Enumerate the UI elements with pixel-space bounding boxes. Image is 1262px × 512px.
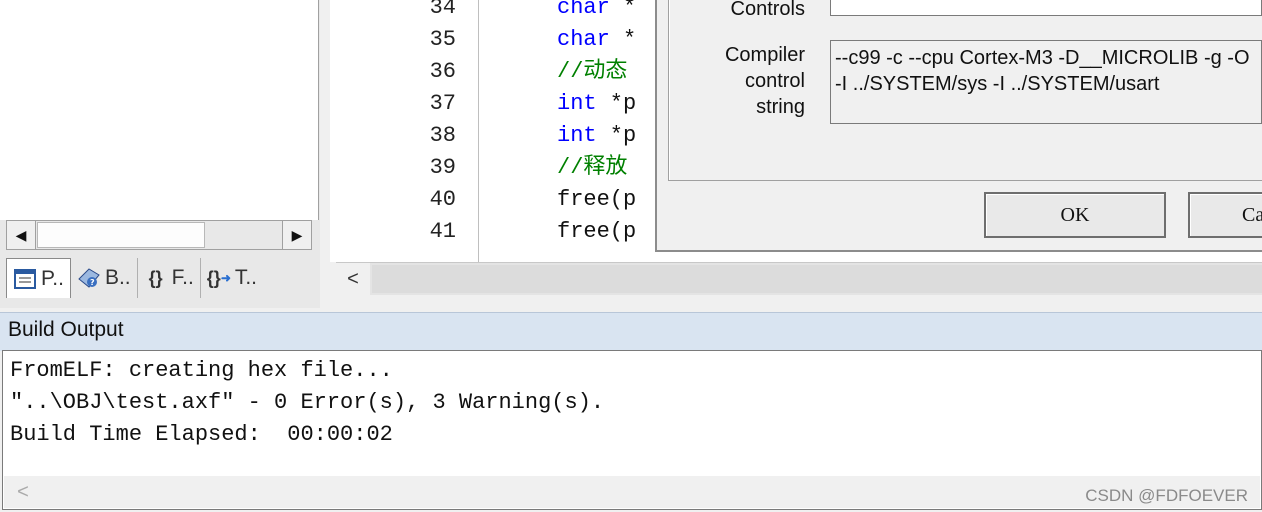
build-output-header bbox=[0, 312, 1262, 351]
scroll-right-icon[interactable]: ▶ bbox=[282, 221, 311, 249]
code-text: * bbox=[609, 0, 637, 20]
tab-functions[interactable]: {} F.. bbox=[138, 258, 201, 298]
tab-project-label: P.. bbox=[41, 266, 64, 290]
tab-books-label: B.. bbox=[104, 266, 131, 289]
code-comment[interactable]: //动态 bbox=[557, 56, 627, 88]
line-number: 41 bbox=[429, 219, 456, 244]
tab-books[interactable]: ? B.. bbox=[71, 258, 138, 298]
compiler-label: Compiler bbox=[724, 44, 805, 66]
string-label: string bbox=[756, 96, 805, 118]
build-output-line: "..\OBJ\test.axf" - 0 Error(s), 3 Warnin… bbox=[10, 390, 605, 415]
line-number: 40 bbox=[429, 187, 456, 212]
line-number: 35 bbox=[429, 27, 456, 52]
project-tree[interactable] bbox=[0, 0, 319, 220]
build-output-line: FromELF: creating hex file... bbox=[10, 358, 393, 383]
code-line[interactable]: char * bbox=[557, 0, 636, 24]
books-icon: ? bbox=[77, 267, 101, 289]
code-text: *p bbox=[596, 91, 637, 116]
scroll-left-icon[interactable]: < bbox=[8, 476, 38, 508]
controls-input[interactable] bbox=[830, 0, 1262, 16]
code-line[interactable]: free(p bbox=[557, 216, 636, 248]
line-number: 34 bbox=[429, 0, 456, 20]
compiler-control-string-field[interactable]: --c99 -c --cpu Cortex-M3 -D__MICROLIB -g… bbox=[830, 40, 1262, 124]
line-number: 37 bbox=[429, 91, 456, 116]
tab-project[interactable]: P.. bbox=[6, 258, 71, 298]
ok-button[interactable]: OK bbox=[984, 192, 1166, 238]
line-number: 38 bbox=[429, 123, 456, 148]
code-line[interactable]: free(p bbox=[557, 184, 636, 216]
svg-text:?: ? bbox=[90, 278, 95, 287]
code-line[interactable]: int *p bbox=[557, 88, 636, 120]
controls-label: Controls bbox=[730, 0, 805, 20]
scroll-left-icon[interactable]: ◀ bbox=[7, 221, 36, 249]
code-line[interactable]: int *p bbox=[557, 120, 636, 152]
tab-templates[interactable]: {} ➜ T.. bbox=[201, 258, 263, 298]
line-number: 36 bbox=[429, 59, 456, 84]
code-text: * bbox=[609, 27, 637, 52]
code-comment[interactable]: //释放 bbox=[557, 152, 627, 184]
functions-icon: {} bbox=[148, 267, 163, 288]
build-horizontal-scrollbar[interactable]: < bbox=[4, 476, 1260, 508]
code-line[interactable]: char * bbox=[557, 24, 636, 56]
watermark: CSDN @FDFOEVER bbox=[1085, 486, 1248, 505]
tab-functions-label: F.. bbox=[171, 266, 194, 289]
project-icon bbox=[13, 268, 37, 290]
build-output-line: Build Time Elapsed: 00:00:02 bbox=[10, 422, 393, 447]
control-label: control bbox=[744, 70, 805, 92]
code-keyword: int bbox=[557, 123, 597, 148]
cancel-button[interactable]: Ca bbox=[1188, 192, 1262, 238]
project-tabs: P.. ? B.. {} F.. {} ➜ T.. bbox=[6, 258, 318, 300]
code-keyword: int bbox=[557, 91, 597, 116]
code-text: *p bbox=[596, 123, 637, 148]
line-number: 39 bbox=[429, 155, 456, 180]
templates-icon: {} ➜ bbox=[206, 267, 231, 288]
project-horizontal-scrollbar[interactable]: ◀ ▶ bbox=[6, 220, 312, 250]
compiler-string-line: --c99 -c --cpu Cortex-M3 -D__MICROLIB -g… bbox=[835, 47, 1250, 69]
scroll-left-icon[interactable]: < bbox=[336, 263, 370, 295]
tab-templates-label: T.. bbox=[234, 266, 257, 289]
compiler-string-line: -I ../SYSTEM/sys -I ../SYSTEM/usart bbox=[835, 73, 1160, 95]
editor-horizontal-scrollbar[interactable]: < bbox=[336, 262, 1262, 295]
scrollbar-track[interactable] bbox=[372, 265, 1262, 293]
scrollbar-thumb[interactable] bbox=[37, 222, 205, 248]
code-keyword: char bbox=[557, 0, 610, 20]
code-keyword: char bbox=[557, 27, 610, 52]
build-output-title: Build Output bbox=[8, 318, 124, 341]
